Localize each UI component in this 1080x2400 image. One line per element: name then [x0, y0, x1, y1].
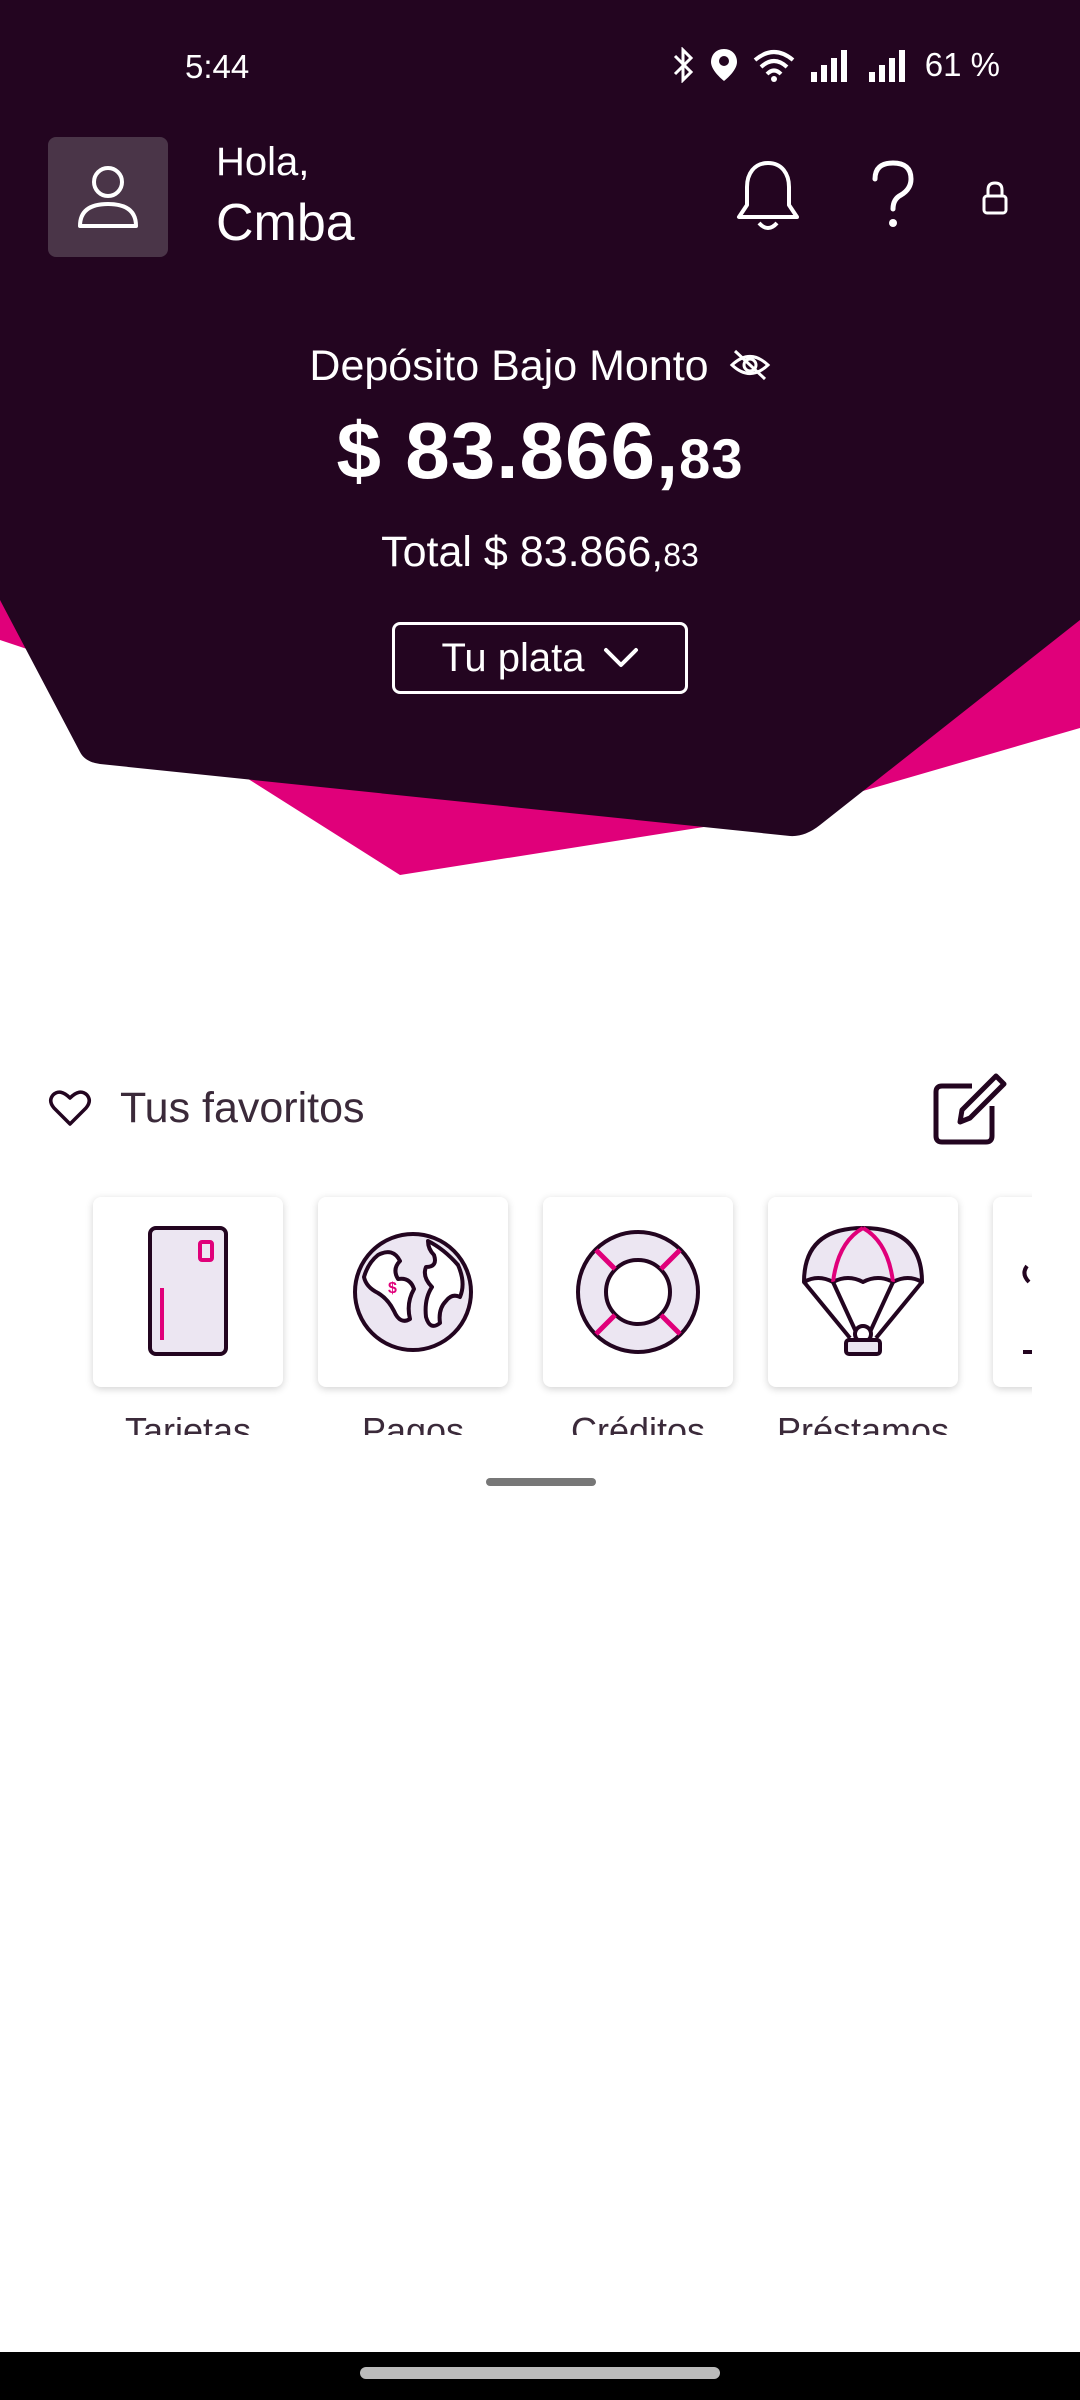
- greeting-text: Hola,: [216, 140, 310, 184]
- favorite-card-creditos[interactable]: [543, 1197, 733, 1387]
- notifications-button[interactable]: [728, 155, 808, 235]
- user-name: Cmba: [216, 194, 355, 252]
- sheet-drag-handle[interactable]: [486, 1478, 596, 1486]
- chevron-down-icon: [603, 648, 638, 667]
- favorite-card-prestamos[interactable]: [768, 1197, 958, 1387]
- card-icon: [148, 1226, 228, 1356]
- user-icon: [78, 166, 138, 228]
- account-selector-button[interactable]: Tu plata: [392, 622, 688, 694]
- edit-favorites-button[interactable]: [928, 1070, 1008, 1150]
- balance-cents: 83: [679, 427, 744, 490]
- status-icons: 61 %: [671, 46, 1000, 84]
- lock-button[interactable]: [975, 175, 1015, 220]
- lock-icon: [982, 180, 1008, 214]
- total-amount: Total $ 83.866,83: [0, 528, 1080, 577]
- favorite-label-prestamos: Préstamos: [776, 1410, 950, 1435]
- status-time: 5:44: [185, 48, 250, 85]
- battery-percent: 61 %: [924, 46, 1000, 83]
- total-cents: 83: [663, 537, 699, 573]
- account-name: Depósito Bajo Monto: [309, 342, 709, 390]
- profile-avatar-button[interactable]: [48, 137, 168, 257]
- wifi-icon: [753, 50, 795, 82]
- favorite-label-tarjetas: Tarjetas: [124, 1410, 252, 1435]
- balance-amount: $ 83.866,83: [0, 405, 1080, 497]
- location-icon: [710, 49, 737, 81]
- svg-text:$: $: [388, 1280, 397, 1297]
- lifebuoy-icon: [576, 1230, 700, 1354]
- account-selector-label: Tu plata: [441, 635, 585, 680]
- partial-icon: [1022, 1264, 1032, 1354]
- favorites-header: Tus favoritos: [48, 1070, 1008, 1150]
- parachute-icon: [802, 1226, 924, 1356]
- help-button[interactable]: [858, 155, 928, 235]
- total-main: Total $ 83.866,: [381, 528, 664, 576]
- favorite-label-pagos: Pagos: [361, 1410, 465, 1435]
- greeting: Hola, Cmba: [216, 138, 355, 256]
- eye-off-icon[interactable]: [729, 344, 771, 393]
- favorites-carousel[interactable]: Tarjetas $ Pagos Créditos Préstamos: [0, 1185, 1032, 1435]
- bell-icon: [737, 161, 799, 230]
- bluetooth-icon: [673, 47, 693, 83]
- globe-icon: $: [353, 1232, 473, 1352]
- balance-main: $ 83.866,: [336, 406, 680, 495]
- account-type-label: Depósito Bajo Monto: [0, 342, 1080, 393]
- home-gesture-pill[interactable]: [360, 2367, 720, 2379]
- favorite-card-pagos[interactable]: $: [318, 1197, 508, 1387]
- favorite-card-tarjetas[interactable]: [93, 1197, 283, 1387]
- favorite-card-more[interactable]: [993, 1197, 1032, 1387]
- status-bar: 5:44 61 %: [0, 0, 1080, 140]
- question-icon: [872, 160, 914, 227]
- favorites-title: Tus favoritos: [120, 1084, 365, 1132]
- favorite-label-creditos: Créditos: [570, 1410, 706, 1435]
- heart-icon: [49, 1090, 91, 1126]
- signal-icon-2: [868, 50, 905, 82]
- edit-icon: [933, 1073, 1007, 1145]
- signal-icon: [810, 50, 847, 82]
